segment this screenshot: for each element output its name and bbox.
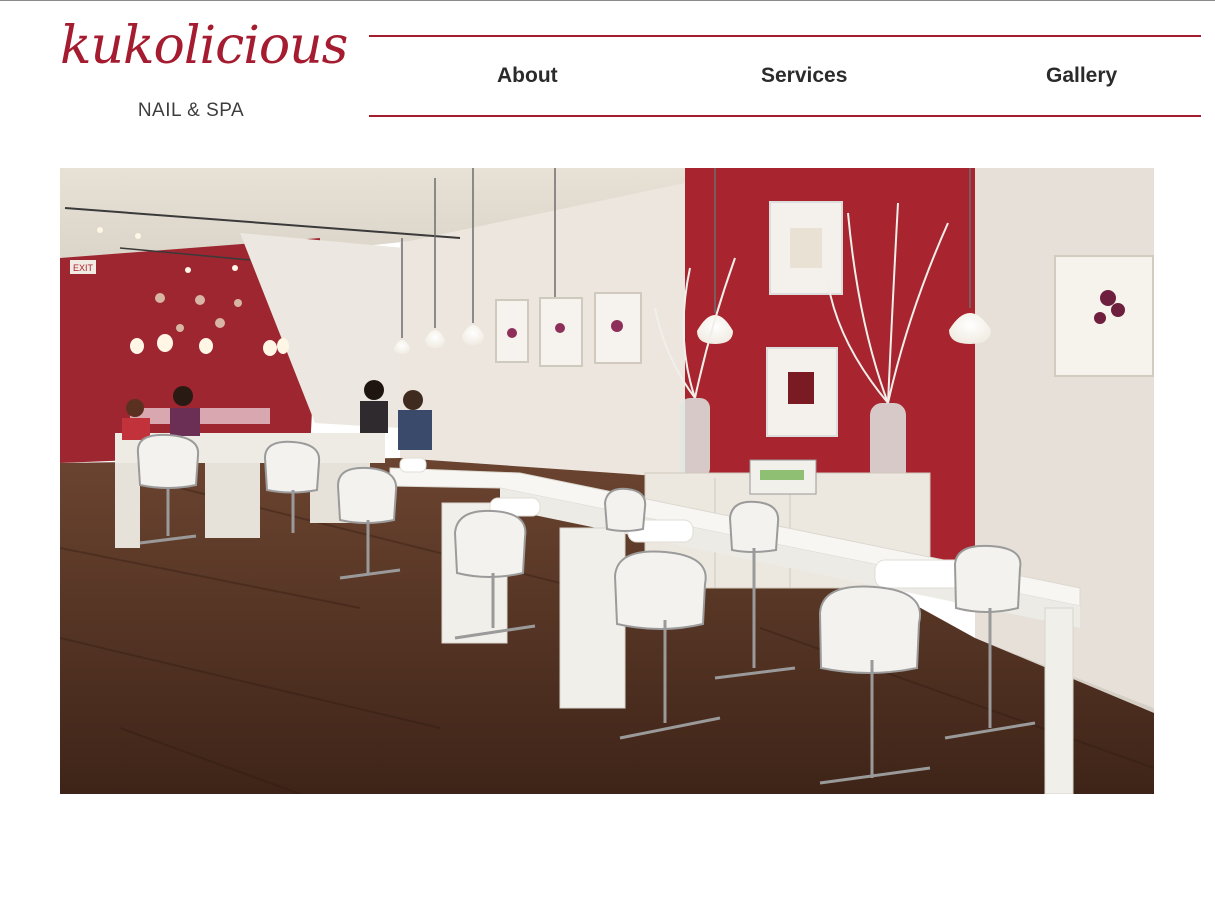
brand-logo[interactable]: kukolicious NAIL & SPA bbox=[60, 16, 348, 126]
exit-sign: EXIT bbox=[73, 263, 94, 273]
top-divider bbox=[0, 0, 1215, 1]
nav-about-link[interactable]: About bbox=[497, 64, 558, 88]
nav-gallery-link[interactable]: Gallery bbox=[1046, 64, 1117, 88]
logo-script-text: kukolicious bbox=[60, 16, 348, 76]
logo-subtitle: NAIL & SPA bbox=[137, 100, 245, 121]
salon-interior-photo: EXIT bbox=[60, 168, 1154, 794]
nav-services-link[interactable]: Services bbox=[761, 64, 847, 88]
main-navigation: About Services Gallery bbox=[369, 35, 1201, 117]
